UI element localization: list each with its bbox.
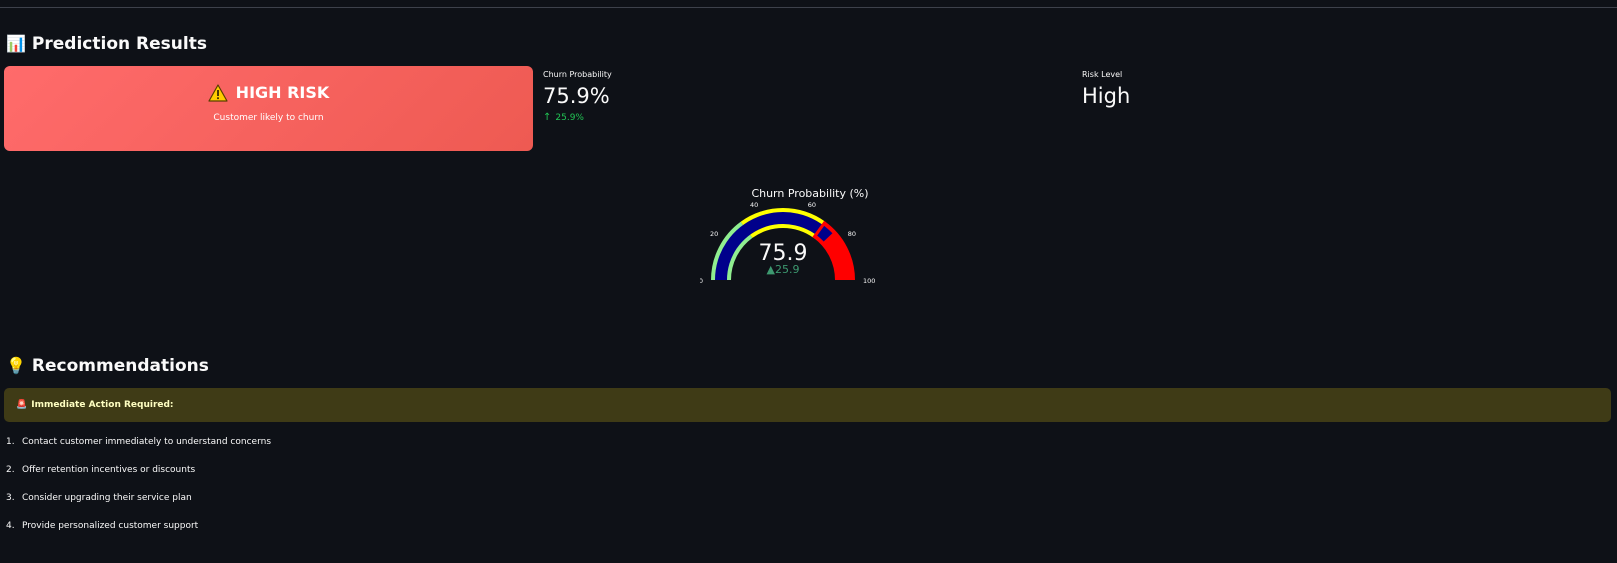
metric-delta: ↑ 25.9% bbox=[543, 112, 612, 124]
risk-title: HIGH RISK bbox=[208, 82, 330, 104]
top-divider bbox=[0, 7, 1617, 8]
section-title: Prediction Results bbox=[31, 34, 207, 54]
page: 📊 Prediction Results HIGH RISK Customer … bbox=[0, 0, 1617, 563]
metric-value: 75.9% bbox=[543, 84, 610, 108]
gauge-title: Churn Probability (%) bbox=[751, 187, 869, 200]
list-number: 4. bbox=[6, 521, 15, 531]
warning-icon bbox=[208, 84, 228, 102]
list-text: Provide personalized customer support bbox=[22, 521, 199, 531]
section-heading-recommendations: 💡 Recommendations bbox=[6, 355, 209, 377]
metric-delta-value: 25.9% bbox=[555, 113, 584, 123]
siren-icon: 🚨 bbox=[16, 400, 28, 410]
section-heading-prediction-results: 📊 Prediction Results bbox=[6, 33, 207, 55]
list-text: Consider upgrading their service plan bbox=[22, 493, 192, 503]
gauge-tick-label: 60 bbox=[808, 201, 816, 209]
recommendation-list: 1. Contact customer immediately to under… bbox=[6, 436, 271, 548]
risk-subtitle: Customer likely to churn bbox=[213, 113, 324, 123]
list-number: 1. bbox=[6, 437, 15, 447]
list-text: Offer retention incentives or discounts bbox=[22, 465, 196, 475]
list-item: 3. Consider upgrading their service plan bbox=[6, 492, 271, 520]
gauge-tick-label: 100 bbox=[863, 277, 875, 285]
list-number: 2. bbox=[6, 465, 15, 475]
metric-label: Churn Probability bbox=[543, 70, 612, 79]
risk-title-text: HIGH RISK bbox=[235, 83, 330, 102]
churn-gauge: Churn Probability (%) 0 20 40 60 80 100 75.9 ▲2… bbox=[699, 183, 920, 303]
list-item: 1. Contact customer immediately to under… bbox=[6, 436, 271, 464]
risk-card: HIGH RISK Customer likely to churn bbox=[4, 66, 533, 151]
metric-value: High bbox=[1082, 84, 1131, 108]
gauge-tick-label: 40 bbox=[750, 201, 758, 209]
metric-churn-probability: Churn Probability 75.9% ↑ 25.9% bbox=[543, 69, 612, 124]
bar-chart-icon: 📊 bbox=[6, 34, 26, 53]
alert-text: Immediate Action Required: bbox=[31, 400, 174, 410]
gauge-delta: ▲25.9 bbox=[767, 263, 800, 276]
gauge-svg: 02040 608010075.9▲25.9 bbox=[699, 201, 876, 285]
warning-alert: 🚨 Immediate Action Required: bbox=[4, 388, 1611, 422]
list-item: 2. Offer retention incentives or discoun… bbox=[6, 464, 271, 492]
list-number: 3. bbox=[6, 493, 15, 503]
arrow-up-icon: ↑ bbox=[543, 112, 552, 123]
metric-risk-level: Risk Level High bbox=[1082, 69, 1130, 110]
section-title: Recommendations bbox=[31, 356, 209, 376]
list-text: Contact customer immediately to understa… bbox=[22, 437, 272, 447]
gauge-tick-label: 80 bbox=[848, 230, 856, 238]
gauge-tick-label: 20 bbox=[710, 230, 718, 238]
list-item: 4. Provide personalized customer support bbox=[6, 520, 271, 548]
metric-label: Risk Level bbox=[1082, 70, 1123, 79]
lightbulb-icon: 💡 bbox=[6, 356, 26, 375]
gauge-tick-label: 0 bbox=[700, 277, 703, 285]
